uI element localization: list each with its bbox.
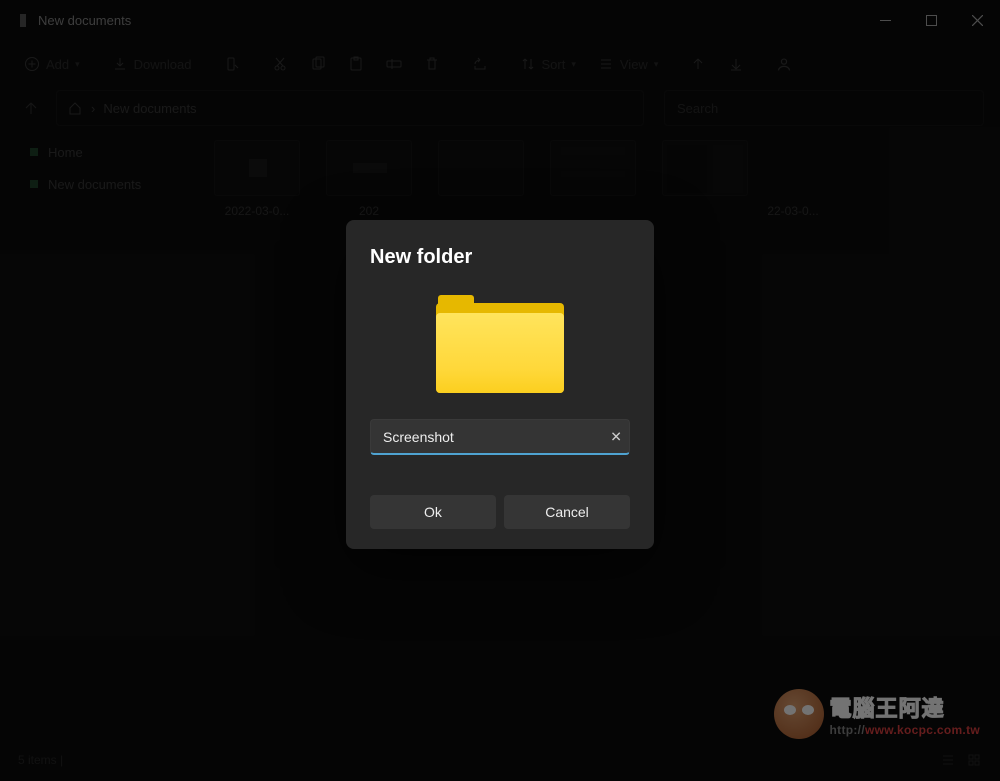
clear-input-button[interactable]: ✕ [610,429,622,446]
modal-overlay: New folder ✕ Ok Cancel [0,0,1000,781]
ok-button[interactable]: Ok [370,495,496,529]
new-folder-modal: New folder ✕ Ok Cancel [346,220,654,549]
modal-title: New folder [370,246,630,269]
cancel-button[interactable]: Cancel [504,495,630,529]
folder-name-input[interactable] [370,419,630,455]
folder-icon [370,295,630,393]
